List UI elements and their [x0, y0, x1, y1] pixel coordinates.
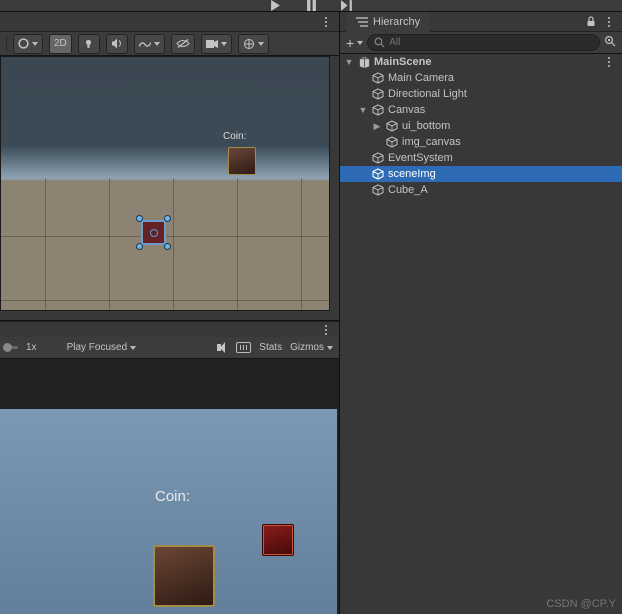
scene-grid	[1, 57, 329, 310]
gizmo-handle-tl[interactable]	[136, 215, 143, 222]
node-canvas[interactable]: ▼ Canvas	[340, 102, 622, 118]
mute-toggle-icon[interactable]	[217, 342, 228, 353]
fx-dropdown[interactable]	[134, 34, 165, 54]
hierarchy-options-icon[interactable]	[602, 15, 616, 29]
scene-tabstrip	[0, 12, 339, 32]
node-directional-light[interactable]: Directional Light	[340, 86, 622, 102]
node-label: sceneImg	[388, 168, 436, 180]
pause-button[interactable]	[297, 1, 325, 11]
hierarchy-panel: Hierarchy + ▼	[340, 0, 622, 614]
gameobject-icon	[371, 167, 385, 181]
brown-cube[interactable]	[228, 147, 256, 175]
hierarchy-search[interactable]	[367, 34, 600, 51]
gameobject-icon	[371, 71, 385, 85]
keyboard-icon[interactable]	[236, 342, 251, 353]
camera-dropdown[interactable]	[201, 34, 232, 54]
gameobject-icon	[385, 119, 399, 133]
node-label: MainScene	[374, 56, 431, 68]
node-eventsystem[interactable]: EventSystem	[340, 150, 622, 166]
watermark: CSDN @CP.Y	[546, 598, 616, 610]
scale-value: 1x	[26, 342, 37, 353]
hierarchy-toolbar: +	[340, 32, 622, 54]
hierarchy-tabbar: Hierarchy	[340, 12, 622, 32]
transport-bar	[0, 0, 622, 12]
scale-slider[interactable]	[6, 346, 18, 349]
divider	[6, 35, 7, 53]
scene-panel-options-icon[interactable]	[319, 15, 333, 29]
visibility-toggle[interactable]	[171, 34, 195, 54]
scene-view[interactable]: Coin:	[0, 56, 339, 321]
audio-toggle[interactable]	[106, 34, 128, 54]
lighting-toggle[interactable]	[78, 34, 100, 54]
play-mode-dropdown[interactable]: Play Focused	[67, 342, 137, 353]
node-label: img_canvas	[402, 136, 461, 148]
gizmos-dropdown[interactable]: Gizmos	[290, 342, 333, 353]
node-main-camera[interactable]: Main Camera	[340, 70, 622, 86]
lock-icon[interactable]	[586, 16, 596, 27]
foldout-icon[interactable]: ▶	[372, 121, 382, 132]
node-label: ui_bottom	[402, 120, 450, 132]
node-img-canvas[interactable]: img_canvas	[340, 134, 622, 150]
hierarchy-tree[interactable]: ▼ MainScene Main Camera Directional Ligh…	[340, 54, 622, 614]
selected-object[interactable]	[141, 220, 166, 245]
gizmo-handle-tr[interactable]	[164, 215, 171, 222]
tab-hierarchy[interactable]: Hierarchy	[346, 12, 430, 32]
node-label: Directional Light	[388, 88, 467, 100]
coin-label: Coin:	[223, 131, 246, 142]
red-cube	[262, 524, 294, 556]
gameobject-icon	[371, 87, 385, 101]
gameobject-icon	[385, 135, 399, 149]
search-input[interactable]	[389, 37, 593, 48]
gameobject-icon	[371, 183, 385, 197]
play-button[interactable]	[261, 1, 289, 11]
gizmo-handle-br[interactable]	[164, 243, 171, 250]
node-ui-bottom[interactable]: ▶ ui_bottom	[340, 118, 622, 134]
brown-cube	[153, 545, 215, 607]
gizmo-handle-bl[interactable]	[136, 243, 143, 250]
game-toolbar: 1x Play Focused Stats Gizmos	[0, 337, 339, 359]
game-panel-options-icon[interactable]	[319, 323, 333, 337]
node-sceneimg[interactable]: sceneImg	[340, 166, 622, 182]
gameobject-icon	[371, 103, 385, 117]
game-view[interactable]: Coin:	[0, 359, 339, 614]
node-label: Cube_A	[388, 184, 428, 196]
foldout-icon[interactable]: ▼	[344, 57, 354, 67]
search-icon	[374, 37, 385, 48]
gizmo-dropdown[interactable]	[238, 34, 269, 54]
node-cube-a[interactable]: Cube_A	[340, 182, 622, 198]
node-label: EventSystem	[388, 152, 453, 164]
draw-mode-dropdown[interactable]	[13, 34, 43, 54]
foldout-icon[interactable]: ▼	[358, 105, 368, 115]
search-by-type-icon[interactable]	[604, 35, 616, 50]
mode-2d-toggle[interactable]: 2D	[49, 34, 72, 54]
hierarchy-list-icon	[356, 17, 368, 27]
scene-node-options-icon[interactable]	[602, 55, 616, 69]
gameobject-icon	[371, 151, 385, 165]
game-tabstrip	[0, 321, 339, 337]
create-button[interactable]: +	[346, 35, 363, 51]
hierarchy-tab-label: Hierarchy	[373, 16, 420, 28]
stats-toggle[interactable]: Stats	[259, 342, 282, 353]
coin-label: Coin:	[155, 488, 190, 505]
unity-logo-icon	[357, 55, 371, 69]
scene-node-mainscene[interactable]: ▼ MainScene	[340, 54, 622, 70]
node-label: Canvas	[388, 104, 425, 116]
left-pane: 2D Coin:	[0, 0, 340, 614]
node-label: Main Camera	[388, 72, 454, 84]
step-button[interactable]	[333, 1, 361, 11]
game-sky: Coin:	[0, 409, 337, 614]
gizmo-center-icon[interactable]	[150, 229, 158, 237]
scene-toolbar: 2D	[0, 32, 339, 56]
